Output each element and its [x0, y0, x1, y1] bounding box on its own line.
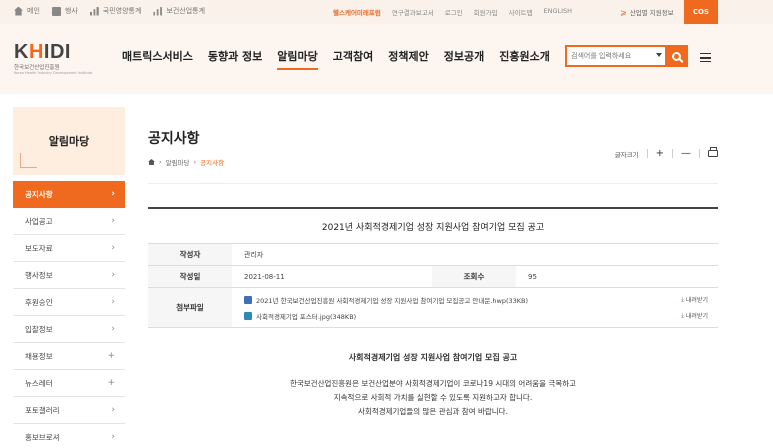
- nav-about[interactable]: 진흥원소개: [499, 48, 550, 70]
- chevron-down-icon[interactable]: [656, 53, 662, 57]
- link-sitemap[interactable]: 사이트맵: [509, 7, 533, 17]
- chevron-right-icon: ›: [111, 405, 115, 415]
- side-navigation: 알림마당 공지사항 › 사업공고 › 보도자료 › 행사정보 › 후원승인 › 입찰정보 ›…: [13, 107, 125, 448]
- share-icon: ⩾: [620, 7, 627, 17]
- download-icon: ⤓: [681, 311, 684, 319]
- post-body-line: 사회적경제기업들의 많은 관심과 참여 바랍니다.: [358, 407, 508, 416]
- menu-icon[interactable]: [700, 53, 711, 62]
- site-header: KHIDI 한국보건산업진흥원 Korea Health Industry De…: [0, 24, 773, 94]
- download-button[interactable]: ⤓ 내려받기: [681, 311, 708, 321]
- plus-icon: +: [107, 351, 115, 361]
- nav-notice-board[interactable]: 알림마당: [277, 48, 318, 70]
- chevron-right-icon: ›: [111, 432, 115, 442]
- breadcrumb-item[interactable]: 알림마당: [166, 157, 190, 167]
- home-icon[interactable]: [148, 159, 155, 165]
- utility-links: 헬스케어미래포럼 연구결과보고서 로그인 회원가입 사이트맵 ENGLISH: [333, 7, 572, 17]
- link-english[interactable]: ENGLISH: [544, 7, 573, 17]
- side-nav-title: 알림마당: [13, 107, 125, 175]
- chevron-right-icon: ›: [111, 270, 115, 280]
- link-login[interactable]: 로그인: [445, 7, 463, 17]
- industry-support-link[interactable]: ⩾ 산업별 지원정보: [620, 7, 674, 18]
- plus-icon: +: [107, 378, 115, 388]
- sidebar-item-brochure[interactable]: 홍보브로셔 ›: [13, 424, 125, 448]
- link-healthcare-forum[interactable]: 헬스케어미래포럼: [333, 7, 381, 17]
- chevron-right-icon: ›: [111, 297, 115, 307]
- main-content: 공지사항 › 알림마당 › 공지사항 글자크기 + — 2021년 사회적경제기…: [148, 128, 718, 416]
- page-tools: 글자크기 + —: [614, 147, 718, 159]
- post-view: 2021년 사회적경제기업 성장 지원사업 참여기업 모집 공고 작성자 관리자…: [148, 207, 718, 328]
- nav-policy-proposal[interactable]: 정책제안: [388, 48, 428, 70]
- search-icon: [671, 51, 681, 61]
- hwp-file-icon: [244, 295, 252, 304]
- image-file-icon: [244, 311, 252, 320]
- download-button[interactable]: ⤓ 내려받기: [681, 295, 708, 305]
- quicklink-event[interactable]: 행사: [51, 6, 78, 16]
- post-author: 관리자: [244, 250, 264, 259]
- post-date: 2021-08-11: [244, 272, 285, 281]
- top-utility-bar: 메인 행사 국민영양통계 보건산업통계 헬스케어미래포럼 연구결과보고서 로그인…: [0, 0, 773, 24]
- sidebar-item-bids[interactable]: 입찰정보 ›: [13, 316, 125, 343]
- bar-chart-icon: [89, 6, 99, 16]
- post-author-row: 작성자 관리자: [148, 244, 718, 266]
- font-decrease-button[interactable]: —: [681, 148, 691, 159]
- post-body-heading: 사회적경제기업 성장 지원사업 참여기업 모집 공고: [348, 353, 518, 362]
- chevron-right-icon: ›: [111, 324, 115, 334]
- sidebar-item-newsletter[interactable]: 뉴스레터 +: [13, 370, 125, 397]
- post-subject: 2021년 사회적경제기업 성장 지원사업 참여기업 모집 공고: [148, 209, 718, 244]
- main-navigation: 매트릭스서비스 동향과 정보 알림마당 고객참여 정책제안 정보공개 진흥원소개: [122, 48, 550, 70]
- post-views: 95: [528, 272, 537, 281]
- cos-button[interactable]: COS: [684, 0, 718, 24]
- link-research-reports[interactable]: 연구결과보고서: [392, 7, 434, 17]
- nav-trends-info[interactable]: 동향과 정보: [208, 48, 262, 70]
- attachment-item: 2021년 한국보건산업진흥원 사회적경제기업 성장 지원사업 참여기업 모집공…: [244, 295, 708, 305]
- font-increase-button[interactable]: +: [656, 148, 664, 159]
- home-icon: [14, 6, 23, 16]
- search-input[interactable]: [571, 50, 655, 62]
- chevron-right-icon: ›: [111, 243, 115, 253]
- nav-matrix-service[interactable]: 매트릭스서비스: [122, 48, 193, 70]
- calendar-icon: [51, 6, 61, 16]
- chevron-right-icon: ›: [111, 216, 115, 226]
- post-body-line: 한국보건산업진흥원은 보건산업분야 사회적경제기업이 코로나19 시대의 어려움…: [289, 379, 577, 388]
- search-box: [565, 45, 688, 67]
- attachment-item: 사회적경제기업 포스터.jpg(348KB) ⤓ 내려받기: [244, 311, 708, 321]
- page-title: 공지사항: [148, 131, 200, 147]
- font-size-label: 글자크기: [614, 150, 639, 159]
- quicklink-health-industry-stats[interactable]: 보건산업통계: [153, 6, 205, 16]
- quick-links: 메인 행사 국민영양통계 보건산업통계: [14, 6, 205, 16]
- post-attachments-row: 첨부파일 2021년 한국보건산업진흥원 사회적경제기업 성장 지원사업 참여기…: [148, 288, 718, 328]
- post-date-row: 작성일 2021-08-11 조회수 95: [148, 266, 718, 288]
- side-nav-list: 공지사항 › 사업공고 › 보도자료 › 행사정보 › 후원승인 › 입찰정보 › 채용정보…: [13, 181, 125, 448]
- link-signup[interactable]: 회원가입: [474, 7, 498, 17]
- sidebar-item-business-notice[interactable]: 사업공고 ›: [13, 208, 125, 235]
- khidi-logo[interactable]: KHIDI 한국보건산업진흥원 Korea Health Industry De…: [14, 42, 92, 75]
- bar-chart-icon: [153, 6, 163, 16]
- sidebar-item-notice[interactable]: 공지사항 ›: [13, 181, 125, 208]
- quicklink-main[interactable]: 메인: [14, 6, 40, 16]
- nav-customer[interactable]: 고객참여: [333, 48, 373, 70]
- download-icon: ⤓: [681, 295, 684, 303]
- print-icon[interactable]: [708, 147, 718, 157]
- sidebar-item-sponsorship[interactable]: 후원승인 ›: [13, 289, 125, 316]
- search-button[interactable]: [665, 46, 687, 66]
- nav-disclosure[interactable]: 정보공개: [444, 48, 484, 70]
- post-body-line: 지속적으로 사회적 가치를 실현할 수 있도록 지원하고자 합니다.: [333, 393, 533, 402]
- sidebar-item-recruit[interactable]: 채용정보 +: [13, 343, 125, 370]
- chevron-right-icon: ›: [111, 189, 115, 199]
- sidebar-item-events[interactable]: 행사정보 ›: [13, 262, 125, 289]
- quicklink-nutrition-stats[interactable]: 국민영양통계: [89, 6, 141, 16]
- sidebar-item-press[interactable]: 보도자료 ›: [13, 235, 125, 262]
- sidebar-item-photo-gallery[interactable]: 포토갤러리 ›: [13, 397, 125, 424]
- breadcrumb-current: 공지사항: [200, 159, 225, 167]
